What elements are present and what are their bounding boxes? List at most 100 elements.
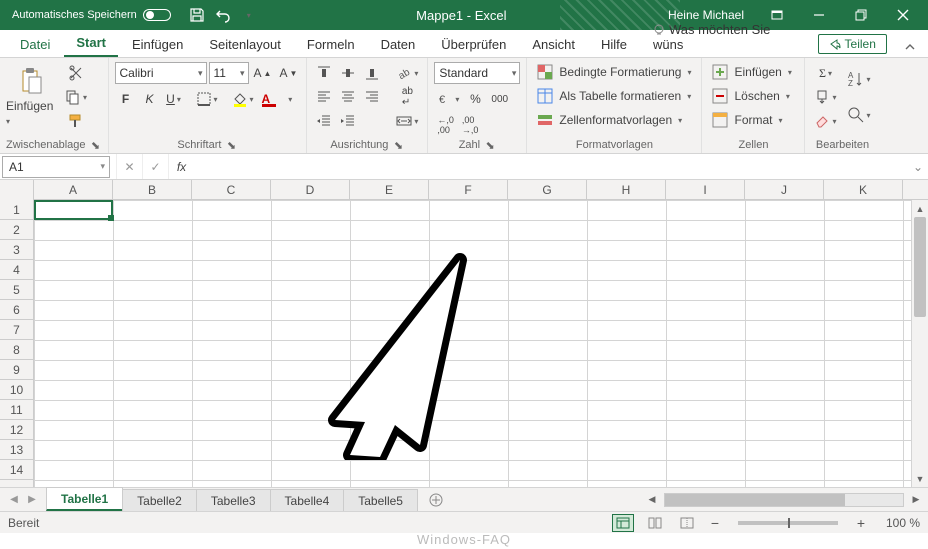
comma-button[interactable]: 000 <box>488 88 511 110</box>
copy-button[interactable] <box>62 86 90 108</box>
scroll-up-button[interactable]: ▲ <box>912 200 928 217</box>
find-select-button[interactable] <box>844 98 874 132</box>
add-sheet-button[interactable] <box>423 489 449 511</box>
v-scroll-thumb[interactable] <box>914 217 926 317</box>
col-header[interactable]: B <box>113 180 192 200</box>
row-header[interactable]: 3 <box>0 240 33 260</box>
h-scroll-track[interactable] <box>664 493 904 507</box>
cells-area[interactable] <box>34 200 911 487</box>
row-header[interactable]: 13 <box>0 440 33 460</box>
vertical-scrollbar[interactable]: ▲ ▼ <box>911 200 928 487</box>
formula-input[interactable] <box>194 156 908 178</box>
delete-cells-button[interactable]: Löschen ▾ <box>708 86 793 106</box>
tab-formulas[interactable]: Formeln <box>295 32 367 57</box>
fill-color-button[interactable] <box>229 88 257 110</box>
shrink-font-button[interactable]: A▼ <box>276 62 300 84</box>
row-header[interactable]: 14 <box>0 460 33 480</box>
zoom-in-button[interactable]: + <box>854 515 868 531</box>
merge-button[interactable] <box>393 110 421 132</box>
undo-button[interactable] <box>211 3 235 27</box>
sheet-tab[interactable]: Tabelle2 <box>122 489 197 511</box>
view-page-break-button[interactable] <box>676 514 698 532</box>
sheet-tab[interactable]: Tabelle4 <box>270 489 345 511</box>
align-center-button[interactable] <box>337 86 359 108</box>
font-launcher[interactable]: ⬊ <box>225 139 237 151</box>
insert-cells-button[interactable]: Einfügen ▾ <box>708 62 795 82</box>
decrease-indent-button[interactable] <box>313 110 335 132</box>
tab-home[interactable]: Start <box>64 30 118 57</box>
fill-button[interactable] <box>811 86 839 108</box>
col-header[interactable]: C <box>192 180 271 200</box>
format-painter-button[interactable] <box>62 110 90 132</box>
row-header[interactable]: 4 <box>0 260 33 280</box>
cut-button[interactable] <box>62 62 90 84</box>
scroll-right-button[interactable]: ▶ <box>908 492 924 508</box>
cancel-formula-button[interactable]: ✕ <box>116 154 142 179</box>
format-as-table-button[interactable]: Als Tabelle formatieren ▾ <box>533 86 695 106</box>
tab-insert[interactable]: Einfügen <box>120 32 195 57</box>
share-button[interactable]: Teilen <box>818 34 887 54</box>
tab-data[interactable]: Daten <box>369 32 428 57</box>
row-header[interactable]: 8 <box>0 340 33 360</box>
align-middle-button[interactable] <box>337 62 359 84</box>
row-header[interactable]: 1 <box>0 200 33 220</box>
zoom-slider[interactable] <box>738 521 838 525</box>
scroll-down-button[interactable]: ▼ <box>912 470 928 487</box>
tell-me[interactable]: Was möchten Sie wüns <box>641 17 810 57</box>
clipboard-launcher[interactable]: ⬊ <box>90 139 102 151</box>
qat-customize[interactable] <box>237 3 261 27</box>
row-header[interactable]: 6 <box>0 300 33 320</box>
sheet-tab[interactable]: Tabelle5 <box>343 489 418 511</box>
number-format-combo[interactable]: Standard <box>434 62 520 84</box>
close-button[interactable] <box>882 0 924 30</box>
percent-button[interactable]: % <box>464 88 486 110</box>
col-header[interactable]: K <box>824 180 903 200</box>
zoom-out-button[interactable]: − <box>708 515 722 531</box>
collapse-ribbon-button[interactable] <box>901 37 920 57</box>
row-header[interactable]: 2 <box>0 220 33 240</box>
font-name-combo[interactable]: Calibri <box>115 62 207 84</box>
row-header[interactable]: 7 <box>0 320 33 340</box>
grow-font-button[interactable]: A▲ <box>251 62 275 84</box>
enter-formula-button[interactable]: ✓ <box>142 154 168 179</box>
clear-button[interactable] <box>811 110 839 132</box>
tab-help[interactable]: Hilfe <box>589 32 639 57</box>
tab-review[interactable]: Überprüfen <box>429 32 518 57</box>
insert-function-button[interactable]: fx <box>168 154 194 179</box>
format-cells-button[interactable]: Format ▾ <box>708 110 786 130</box>
row-header[interactable]: 11 <box>0 400 33 420</box>
wrap-text-button[interactable]: ab↵ <box>393 86 421 108</box>
col-header[interactable]: I <box>666 180 745 200</box>
name-box[interactable]: A1 <box>2 156 110 178</box>
zoom-level[interactable]: 100 % <box>878 516 920 530</box>
cell-styles-button[interactable]: Zellenformatvorlagen ▾ <box>533 110 686 130</box>
tab-file[interactable]: Datei <box>8 32 62 57</box>
orientation-button[interactable]: ab <box>393 62 421 84</box>
col-header[interactable]: J <box>745 180 824 200</box>
restore-button[interactable] <box>840 0 882 30</box>
row-header[interactable]: 5 <box>0 280 33 300</box>
font-color-button[interactable]: A <box>259 88 296 110</box>
sort-filter-button[interactable]: AZ <box>844 62 874 96</box>
active-cell[interactable] <box>34 200 113 220</box>
col-header[interactable]: E <box>350 180 429 200</box>
row-header[interactable]: 10 <box>0 380 33 400</box>
italic-button[interactable]: K <box>139 88 161 110</box>
save-button[interactable] <box>185 3 209 27</box>
expand-formula-bar-button[interactable]: ⌄ <box>908 160 928 174</box>
decrease-decimal-button[interactable]: ,00→,0 <box>459 114 482 136</box>
row-header[interactable]: 12 <box>0 420 33 440</box>
border-button[interactable] <box>193 88 221 110</box>
alignment-launcher[interactable]: ⬊ <box>392 139 404 151</box>
col-header[interactable]: H <box>587 180 666 200</box>
h-scroll-thumb[interactable] <box>665 494 845 506</box>
number-launcher[interactable]: ⬊ <box>484 139 496 151</box>
row-header[interactable]: 9 <box>0 360 33 380</box>
sheet-tab[interactable]: Tabelle1 <box>46 487 123 511</box>
autosave-toggle[interactable]: Automatisches Speichern <box>4 9 179 21</box>
col-header[interactable]: G <box>508 180 587 200</box>
align-top-button[interactable] <box>313 62 335 84</box>
col-header[interactable]: A <box>34 180 113 200</box>
autosum-button[interactable]: Σ <box>811 62 839 84</box>
sheet-tab[interactable]: Tabelle3 <box>196 489 271 511</box>
